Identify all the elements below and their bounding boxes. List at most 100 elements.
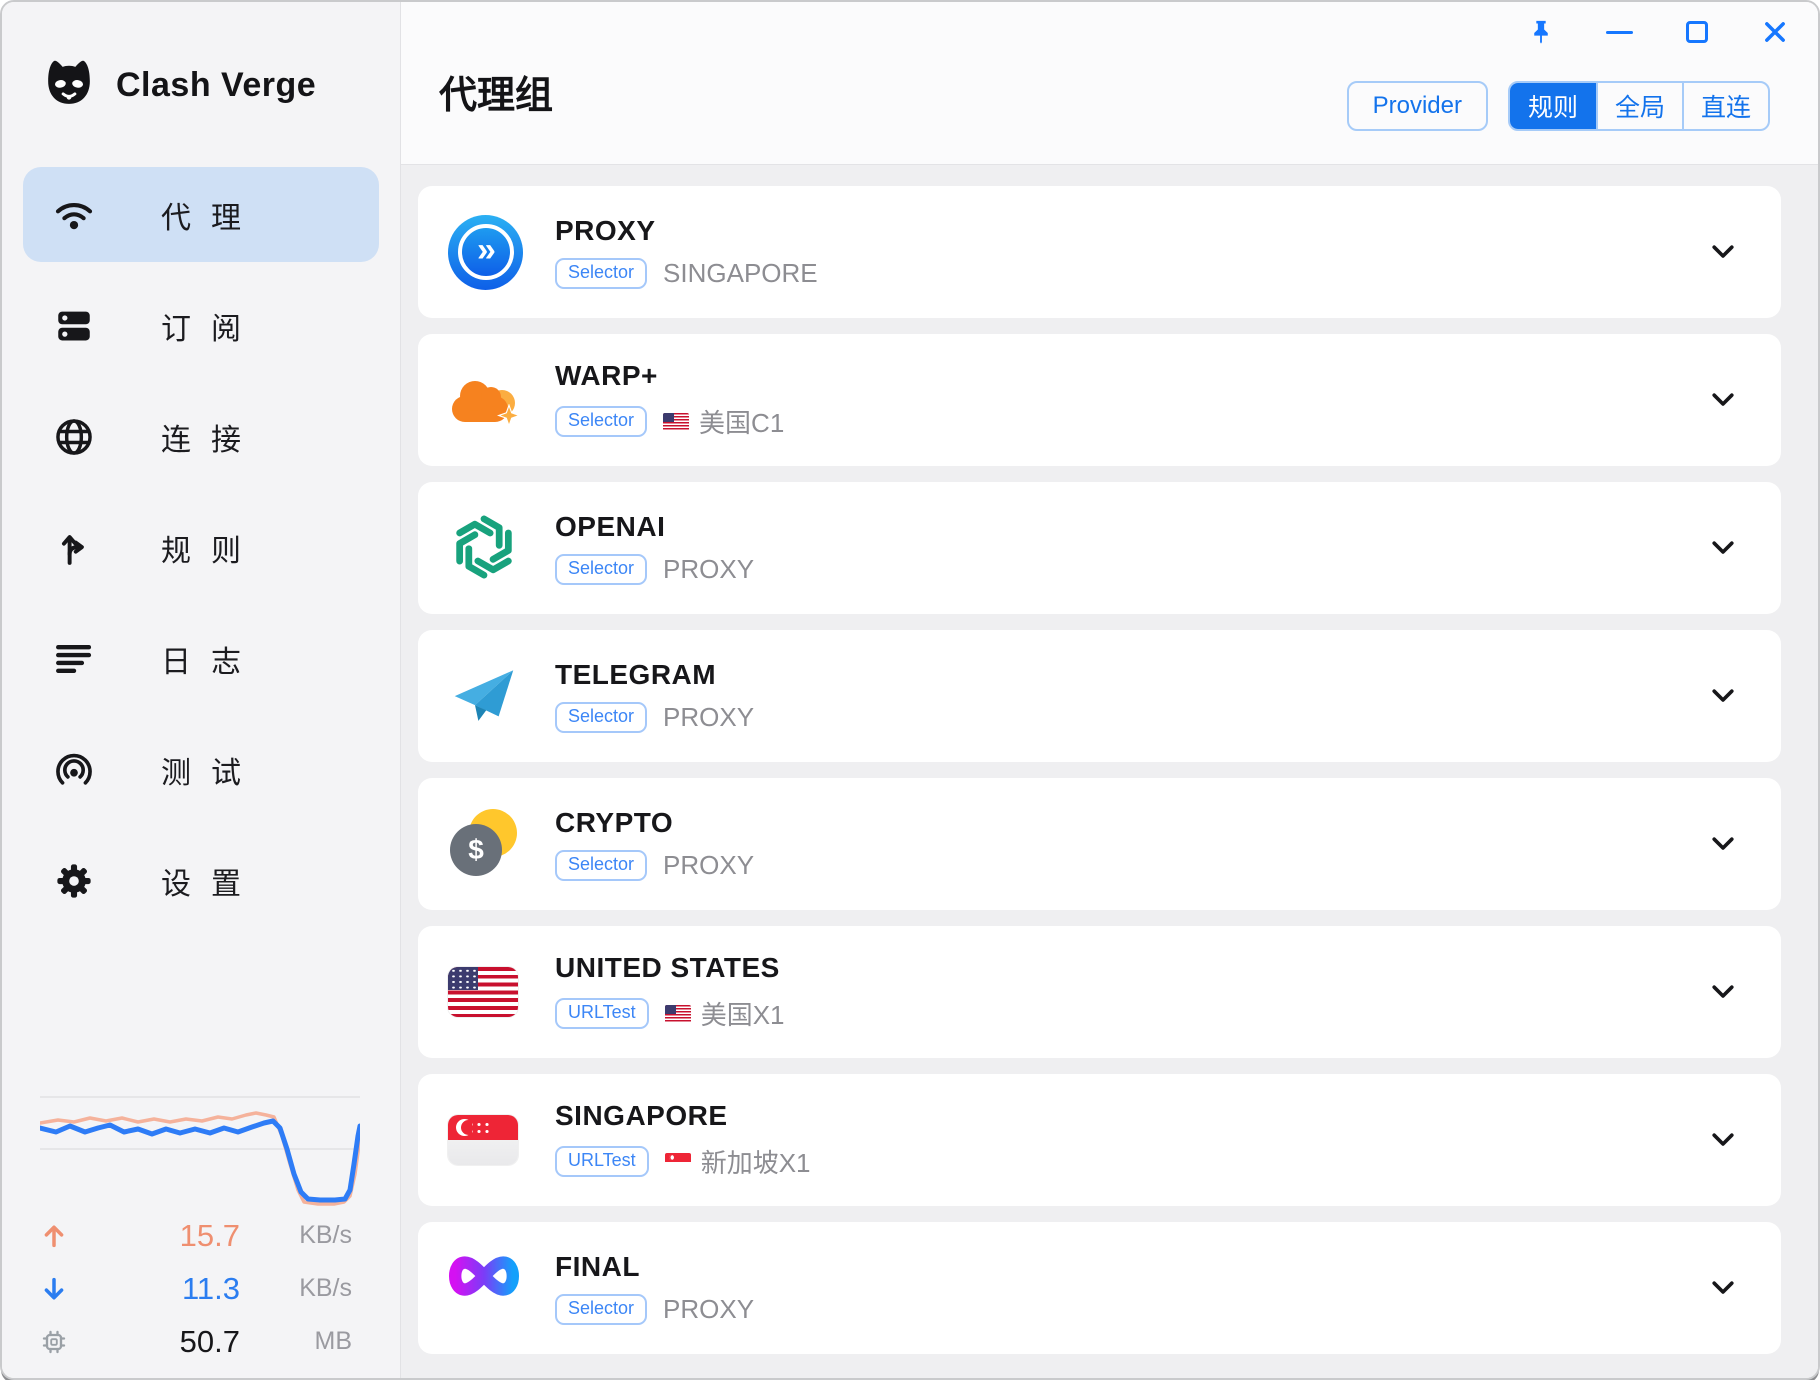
sidebar-menu: 代理订阅连接规则日志测试设置 <box>2 167 400 928</box>
chip-icon <box>40 1328 90 1356</box>
group-info: CRYPTO Selector PROXY <box>555 807 754 882</box>
upload-speed-unit: KB/s <box>240 1221 352 1250</box>
proxy-group-card-SINGAPORE[interactable]: SINGAPOREURLTest新加坡X1 <box>418 1074 1781 1206</box>
proxy-group-card-OPENAI[interactable]: OPENAI Selector PROXY <box>418 482 1781 614</box>
telegram-icon <box>448 659 523 734</box>
sidebar-item-测试[interactable]: 测试 <box>23 722 379 817</box>
group-current-node: PROXY <box>663 1294 754 1325</box>
chevron-down-icon[interactable] <box>1705 382 1741 418</box>
chevron-down-icon[interactable] <box>1705 530 1741 566</box>
memory-usage-unit: MB <box>240 1327 352 1356</box>
cat-logo-icon <box>40 54 98 117</box>
sidebar-item-连接[interactable]: 连接 <box>23 389 379 484</box>
minimize-icon[interactable] <box>1603 16 1635 48</box>
memory-usage-value: 50.7 <box>90 1324 240 1360</box>
proxy-groups-content: » PROXY Selector SINGAPORE WARP+ Selector 美国C1… <box>401 165 1818 1378</box>
group-name: PROXY <box>555 215 818 247</box>
pin-icon[interactable] <box>1525 16 1557 48</box>
close-icon[interactable] <box>1759 16 1791 48</box>
provider-button[interactable]: Provider <box>1347 81 1488 131</box>
test-icon <box>52 748 96 792</box>
group-info: UNITED STATES URLTest 美国X1 <box>555 952 785 1032</box>
memory-stat-row: 50.7 MB <box>2 1315 400 1368</box>
upload-arrow-icon <box>40 1222 90 1250</box>
infinity-icon <box>448 1251 523 1326</box>
group-name: TELEGRAM <box>555 659 754 691</box>
group-type-badge: URLTest <box>555 1146 649 1178</box>
group-current-node: PROXY <box>663 554 754 585</box>
main-area: 代理组 Provider 规则全局直连 » PROXY Selector SINGAP… <box>401 2 1818 1378</box>
download-speed-unit: KB/s <box>240 1274 352 1303</box>
group-type-badge: Selector <box>555 1294 647 1326</box>
group-type-badge: Selector <box>555 258 647 290</box>
maximize-icon[interactable] <box>1681 16 1713 48</box>
window-controls <box>1525 16 1791 48</box>
upload-stat-row: 15.7 KB/s <box>2 1209 400 1262</box>
group-type-badge: URLTest <box>555 998 649 1030</box>
sidebar: Clash Verge 代理订阅连接规则日志测试设置 15.7 KB/s 11.… <box>2 2 401 1378</box>
proxy-group-card-FINAL[interactable]: FINAL Selector PROXY <box>418 1222 1781 1354</box>
group-current-node: 美国X1 <box>665 995 785 1032</box>
mode-tab-规则[interactable]: 规则 <box>1510 83 1596 129</box>
sg-mini-flag-icon <box>665 1153 691 1171</box>
mode-tab-全局[interactable]: 全局 <box>1596 83 1682 129</box>
group-type-badge: Selector <box>555 406 647 438</box>
us-flag-icon <box>448 955 523 1030</box>
group-info: PROXY Selector SINGAPORE <box>555 215 818 290</box>
group-info: FINAL Selector PROXY <box>555 1251 754 1326</box>
crypto-coins-icon: $ <box>448 807 523 882</box>
sidebar-item-日志[interactable]: 日志 <box>23 611 379 706</box>
chevron-down-icon[interactable] <box>1705 234 1741 270</box>
group-current-node: 美国C1 <box>663 403 784 440</box>
sidebar-traffic-panel: 15.7 KB/s 11.3 KB/s 50.7 MB <box>2 1074 400 1368</box>
upload-speed-value: 15.7 <box>90 1218 240 1254</box>
proxy-group-card-UNITED STATES[interactable]: UNITED STATES URLTest 美国X1 <box>418 926 1781 1058</box>
download-line <box>40 1121 360 1200</box>
us-mini-flag-icon <box>665 1005 691 1023</box>
cloudflare-icon <box>448 363 523 438</box>
proxy-group-card-CRYPTO[interactable]: $ CRYPTO Selector PROXY <box>418 778 1781 910</box>
rules-icon <box>52 526 96 570</box>
globe-icon <box>52 415 96 459</box>
wifi-icon <box>52 193 96 237</box>
group-info: TELEGRAMSelectorPROXY <box>555 659 754 734</box>
app-title: Clash Verge <box>116 66 316 105</box>
group-info: WARP+ Selector 美国C1 <box>555 360 784 440</box>
group-name: FINAL <box>555 1251 754 1283</box>
group-name: UNITED STATES <box>555 952 785 984</box>
sidebar-item-代理[interactable]: 代理 <box>23 167 379 262</box>
download-arrow-icon <box>40 1275 90 1303</box>
group-name: WARP+ <box>555 360 784 392</box>
sidebar-item-设置[interactable]: 设置 <box>23 833 379 928</box>
group-name: OPENAI <box>555 511 754 543</box>
sidebar-item-订阅[interactable]: 订阅 <box>23 278 379 373</box>
main-header: 代理组 Provider 规则全局直连 <box>401 2 1818 165</box>
logs-icon <box>52 637 96 681</box>
header-buttons: Provider 规则全局直连 <box>1347 81 1770 131</box>
download-speed-value: 11.3 <box>90 1271 240 1307</box>
mode-tab-直连[interactable]: 直连 <box>1682 83 1768 129</box>
chevron-down-icon[interactable] <box>1705 1270 1741 1306</box>
chevron-down-icon[interactable] <box>1705 1122 1741 1158</box>
proxy-group-list: » PROXY Selector SINGAPORE WARP+ Selector 美国C1… <box>418 186 1781 1354</box>
proxy-group-card-TELEGRAM[interactable]: TELEGRAMSelectorPROXY <box>418 630 1781 762</box>
download-stat-row: 11.3 KB/s <box>2 1262 400 1315</box>
group-type-badge: Selector <box>555 850 647 882</box>
sg-flag-icon <box>448 1103 523 1178</box>
app-logo: Clash Verge <box>40 54 400 117</box>
proxy-forward-icon: » <box>448 215 523 290</box>
subscription-icon <box>52 304 96 348</box>
chevron-down-icon[interactable] <box>1705 974 1741 1010</box>
group-current-node: PROXY <box>663 850 754 881</box>
chevron-down-icon[interactable] <box>1705 678 1741 714</box>
group-name: CRYPTO <box>555 807 754 839</box>
chevron-down-icon[interactable] <box>1705 826 1741 862</box>
sidebar-item-规则[interactable]: 规则 <box>23 500 379 595</box>
us-mini-flag-icon <box>663 413 689 431</box>
group-type-badge: Selector <box>555 702 647 734</box>
proxy-group-card-PROXY[interactable]: » PROXY Selector SINGAPORE <box>418 186 1781 318</box>
proxy-group-card-WARP+[interactable]: WARP+ Selector 美国C1 <box>418 334 1781 466</box>
app-window: Clash Verge 代理订阅连接规则日志测试设置 15.7 KB/s 11.… <box>0 0 1820 1380</box>
group-type-badge: Selector <box>555 554 647 586</box>
group-current-node: SINGAPORE <box>663 258 818 289</box>
